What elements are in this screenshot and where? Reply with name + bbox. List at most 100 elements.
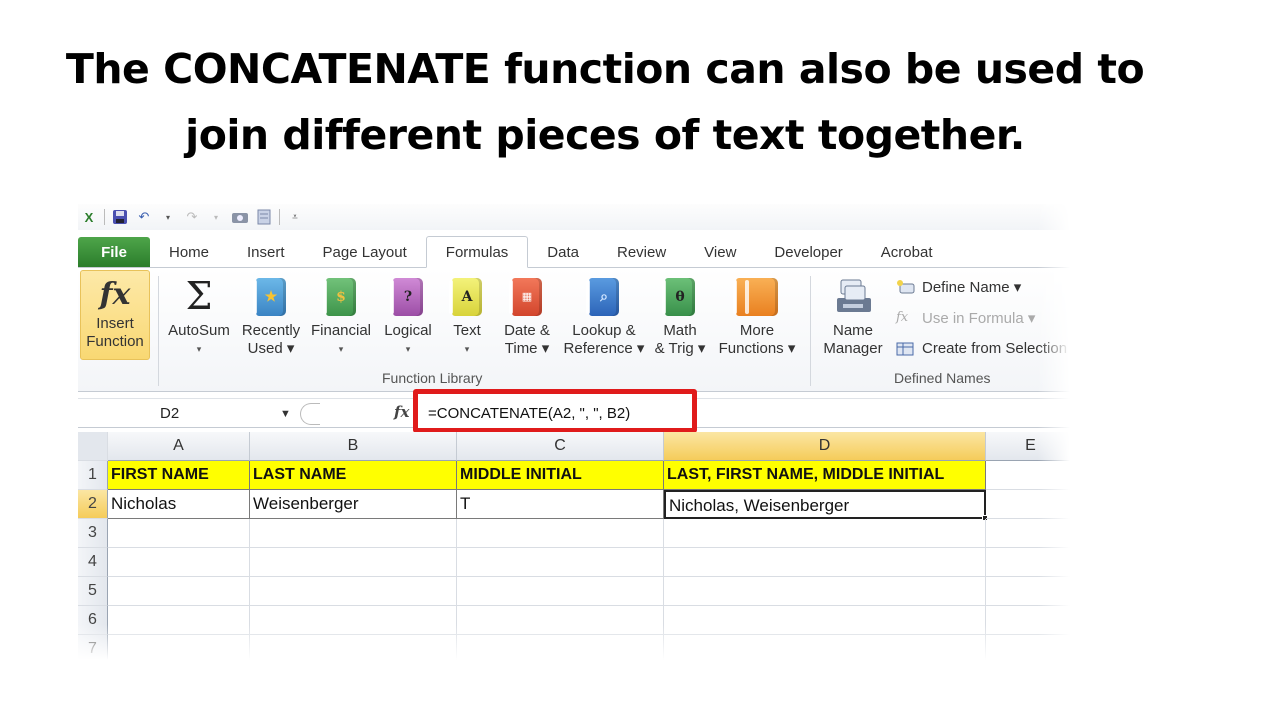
column-header-b[interactable]: B	[250, 432, 457, 461]
undo-icon[interactable]: ↶	[135, 208, 153, 226]
financial-button[interactable]: $ Financial ▾	[306, 274, 376, 358]
name-manager-label-2: Manager	[823, 340, 883, 357]
tab-formulas[interactable]: Formulas	[425, 236, 529, 268]
cell-a2[interactable]: Nicholas	[108, 490, 250, 519]
excel-icon[interactable]: X	[80, 208, 98, 226]
cell-e4[interactable]	[986, 548, 1070, 577]
cell-c4[interactable]	[457, 548, 664, 577]
lookup-book-icon: ⌕	[584, 274, 624, 318]
autosum-button[interactable]: Σ AutoSum ▾	[166, 274, 232, 358]
column-header-e[interactable]: E	[986, 432, 1070, 461]
define-name-icon	[896, 279, 916, 295]
cell-e5[interactable]	[986, 577, 1070, 606]
insert-function-fx-icon[interactable]: fx	[394, 403, 409, 421]
date-time-button[interactable]: ▦ Date & Time ▾	[496, 274, 558, 358]
create-from-selection-icon	[896, 341, 916, 357]
tab-developer[interactable]: Developer	[755, 237, 861, 267]
logical-book-icon: ?	[388, 274, 428, 318]
lookup-reference-button[interactable]: ⌕ Lookup & Reference ▾	[560, 274, 648, 358]
cell-b3[interactable]	[250, 519, 457, 548]
tab-insert[interactable]: Insert	[228, 237, 304, 267]
cell-d2-active[interactable]: Nicholas, Weisenberger	[664, 490, 986, 519]
table-row: 5	[78, 577, 1070, 606]
create-from-selection-label: Create from Selection	[922, 340, 1068, 357]
autosum-label: AutoSum	[168, 322, 230, 339]
cell-e1[interactable]	[986, 461, 1070, 490]
ribbon-formulas: fx Insert Function Σ AutoSum ▾ ★ Recentl…	[78, 268, 1070, 392]
row-header-2[interactable]: 2	[78, 490, 108, 519]
slide-title-line-1: The CONCATENATE function can also be use…	[65, 45, 1145, 93]
more-functions-books-icon	[732, 274, 782, 318]
define-name-label: Define Name ▾	[922, 279, 1022, 296]
cell-b2[interactable]: Weisenberger	[250, 490, 457, 519]
cell-d5[interactable]	[664, 577, 986, 606]
column-header-d[interactable]: D	[664, 432, 986, 461]
save-icon[interactable]	[111, 208, 129, 226]
cell-b1[interactable]: LAST NAME	[250, 461, 457, 490]
slide-title: The CONCATENATE function can also be use…	[0, 36, 1210, 168]
separator	[810, 276, 811, 386]
cell-c2[interactable]: T	[457, 490, 664, 519]
text-button[interactable]: A Text ▾	[446, 274, 488, 358]
cell-c3[interactable]	[457, 519, 664, 548]
name-manager-button[interactable]: Name Manager	[818, 274, 888, 358]
select-all-corner[interactable]	[78, 432, 108, 461]
formula-bar-cancel-icon[interactable]	[300, 403, 320, 425]
redo-icon[interactable]: ↷	[183, 208, 201, 226]
lookup-reference-label-1: Lookup &	[572, 322, 636, 339]
name-box[interactable]: D2	[78, 401, 300, 427]
date-time-label-1: Date &	[504, 322, 550, 339]
quick-access-toolbar: X ↶ ▾ ↷ ▾ ⩡	[78, 204, 1070, 230]
cell-c1[interactable]: MIDDLE INITIAL	[457, 461, 664, 490]
more-functions-label-1: More	[739, 322, 775, 339]
insert-function-button[interactable]: fx Insert Function	[80, 270, 150, 360]
row-header-5[interactable]: 5	[78, 577, 108, 606]
use-in-formula-button[interactable]: fx Use in Formula ▾	[896, 309, 1035, 327]
redo-dropdown-icon[interactable]: ▾	[207, 208, 225, 226]
undo-dropdown-icon[interactable]: ▾	[159, 208, 177, 226]
more-functions-button[interactable]: More Functions ▾	[710, 274, 804, 358]
recently-used-button[interactable]: ★ Recently Used ▾	[238, 274, 304, 358]
row-header-4[interactable]: 4	[78, 548, 108, 577]
recently-used-book-icon: ★	[251, 274, 291, 318]
defined-names-group-label: Defined Names	[894, 370, 991, 386]
financial-label: Financial	[310, 322, 372, 339]
date-time-label-2: Time ▾	[504, 340, 550, 357]
tab-home[interactable]: Home	[150, 237, 228, 267]
tab-page-layout[interactable]: Page Layout	[304, 237, 426, 267]
cell-a1[interactable]: FIRST NAME	[108, 461, 250, 490]
cell-b4[interactable]	[250, 548, 457, 577]
camera-icon[interactable]	[231, 208, 249, 226]
cell-a5[interactable]	[108, 577, 250, 606]
cell-a4[interactable]	[108, 548, 250, 577]
table-row: 2 Nicholas Weisenberger T Nicholas, Weis…	[78, 490, 1070, 521]
define-name-button[interactable]: Define Name ▾	[896, 278, 1021, 296]
create-from-selection-button[interactable]: Create from Selection	[896, 340, 1067, 357]
row-header-1[interactable]: 1	[78, 461, 108, 490]
column-header-c[interactable]: C	[457, 432, 664, 461]
cell-e3[interactable]	[986, 519, 1070, 548]
tab-view[interactable]: View	[685, 237, 755, 267]
table-row: 4	[78, 548, 1070, 577]
cell-e2[interactable]	[986, 490, 1070, 519]
customize-qat-icon[interactable]: ⩡	[286, 208, 304, 226]
form-icon[interactable]	[255, 208, 273, 226]
tab-file[interactable]: File	[78, 237, 150, 267]
insert-function-label-1: Insert	[96, 315, 134, 332]
formula-input[interactable]: =CONCATENATE(A2, ", ", B2)	[428, 401, 630, 427]
column-header-a[interactable]: A	[108, 432, 250, 461]
tab-acrobat[interactable]: Acrobat	[862, 237, 952, 267]
math-trig-button[interactable]: θ Math & Trig ▾	[650, 274, 710, 358]
cell-b5[interactable]	[250, 577, 457, 606]
cell-c5[interactable]	[457, 577, 664, 606]
row-header-3[interactable]: 3	[78, 519, 108, 548]
tab-review[interactable]: Review	[598, 237, 685, 267]
logical-button[interactable]: ? Logical ▾	[378, 274, 438, 358]
logical-label: Logical	[384, 322, 432, 339]
name-box-dropdown-icon[interactable]: ▼	[280, 401, 291, 427]
cell-a3[interactable]	[108, 519, 250, 548]
cell-d1[interactable]: LAST, FIRST NAME, MIDDLE INITIAL	[664, 461, 986, 490]
tab-data[interactable]: Data	[528, 237, 598, 267]
cell-d4[interactable]	[664, 548, 986, 577]
cell-d3[interactable]	[664, 519, 986, 548]
